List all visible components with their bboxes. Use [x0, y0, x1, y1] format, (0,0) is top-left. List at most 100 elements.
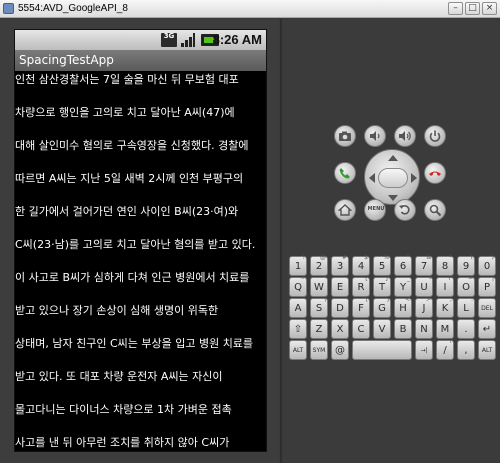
key-l[interactable]: L:: [457, 296, 475, 318]
key-7[interactable]: 7 &: [415, 254, 433, 276]
key-0[interactable]: 0): [478, 254, 496, 276]
window-controls: – □ ×: [448, 2, 497, 15]
dpad-left-icon[interactable]: [369, 173, 375, 183]
key-2[interactable]: 2 @: [310, 254, 328, 276]
key-at[interactable]: @: [331, 340, 349, 360]
key-8[interactable]: 8 *: [436, 254, 454, 276]
article-line: 따르면 A씨는 지난 5일 새벽 2시께 인천 부평구의: [15, 172, 244, 185]
key-h[interactable]: H <: [394, 296, 412, 318]
key-x[interactable]: X: [331, 319, 349, 339]
key-tab[interactable]: →|: [415, 340, 433, 360]
camera-icon: [339, 131, 351, 141]
volume-down-icon: [370, 131, 380, 141]
status-bar[interactable]: 3G 8:26 AM: [15, 30, 266, 50]
home-button[interactable]: [334, 199, 356, 221]
key-6[interactable]: 6 ^: [394, 254, 412, 276]
article-line: 인천 삼산경찰서는 7일 술을 마신 뒤 무보험 대포: [15, 73, 239, 86]
emulator-app-icon: [3, 3, 14, 14]
key-w[interactable]: W ": [310, 275, 328, 297]
menu-icon: MENU: [367, 206, 385, 212]
camera-button[interactable]: [334, 125, 356, 147]
key-9[interactable]: 9(: [457, 254, 475, 276]
key-1[interactable]: 1!: [289, 254, 307, 276]
key-q[interactable]: Q ~: [289, 275, 307, 297]
call-icon: [339, 168, 350, 179]
window-title-bar[interactable]: 5554:AVD_GoogleAPI_8 – □ ×: [0, 0, 500, 18]
volume-up-button[interactable]: [394, 125, 416, 147]
maximize-button[interactable]: □: [465, 2, 480, 15]
minimize-button[interactable]: –: [448, 2, 463, 15]
key-4[interactable]: 4 $: [352, 254, 370, 276]
article-line: 받고 있다. 또 대포 차량 운전자 A씨는 자신이: [15, 370, 223, 383]
key-5[interactable]: 5%: [373, 254, 391, 276]
key-d[interactable]: D ': [331, 296, 349, 318]
keyboard-row-bottom: ALT SYM @ →| /? , ALT: [289, 338, 496, 360]
key-r[interactable]: R{: [352, 275, 370, 297]
article-line: 대해 살인미수 혐의로 구속영장을 신청했다. 경찰에: [15, 139, 249, 152]
article-line: C씨(23·남)를 고의로 치고 달아난 혐의를 받고 있다.: [15, 238, 256, 251]
d-pad[interactable]: [364, 149, 420, 205]
menu-button[interactable]: MENU: [364, 199, 386, 221]
key-comma[interactable]: ,: [457, 340, 475, 360]
key-slash[interactable]: /?: [436, 338, 454, 360]
search-icon: [429, 204, 442, 217]
search-button[interactable]: [424, 199, 446, 221]
keyboard-row-asdf: A S \ D ' F[ G] H < J > K; L: DEL: [289, 296, 496, 318]
dpad-right-icon[interactable]: [411, 173, 417, 183]
key-g[interactable]: G]: [373, 296, 391, 318]
window-title: 5554:AVD_GoogleAPI_8: [18, 3, 128, 14]
key-k[interactable]: K;: [436, 296, 454, 318]
device-screen[interactable]: 3G 8:26 AM SpacingTestApp 인천 삼산경찰서는 7일 술…: [14, 29, 267, 452]
key-t[interactable]: T}: [373, 275, 391, 297]
back-icon: [399, 205, 410, 215]
key-z[interactable]: Z: [310, 319, 328, 339]
end-call-icon: [429, 171, 441, 176]
app-title-bar: SpacingTestApp: [15, 50, 266, 71]
power-button[interactable]: [424, 125, 446, 147]
article-line: 사고를 낸 뒤 아무런 조치를 취하지 않아 C씨가: [15, 436, 230, 449]
key-p[interactable]: P |: [478, 275, 496, 297]
dpad-center-button[interactable]: [378, 168, 408, 188]
key-alt-left[interactable]: ALT: [289, 340, 307, 360]
key-b[interactable]: B: [394, 319, 412, 339]
article-text-area[interactable]: 인천 삼산경찰서는 7일 술을 마신 뒤 무보험 대포 차량으로 행인을 고의로…: [15, 71, 266, 451]
key-i[interactable]: I +: [436, 275, 454, 297]
key-3[interactable]: 3 #: [331, 254, 349, 276]
key-m[interactable]: M: [436, 319, 454, 339]
key-c[interactable]: C: [352, 319, 370, 339]
key-s[interactable]: S \: [310, 296, 328, 318]
end-call-button[interactable]: [424, 162, 446, 184]
key-alt-right[interactable]: ALT: [478, 340, 496, 360]
key-n[interactable]: N: [415, 319, 433, 339]
key-e[interactable]: E `: [331, 275, 349, 297]
key-sym[interactable]: SYM: [310, 340, 328, 360]
network-type-label: 3G: [163, 32, 175, 40]
keyboard-row-qwerty: Q ~ W " E ` R{ T} Y _ U- I + O = P |: [289, 275, 496, 297]
key-shift[interactable]: ⇧: [289, 319, 307, 339]
back-button[interactable]: [394, 199, 416, 221]
article-line: 몰고다니는 다이너스 차량으로 1차 가벼운 접촉: [15, 403, 232, 416]
app-title: SpacingTestApp: [19, 53, 114, 67]
key-space[interactable]: [352, 340, 412, 360]
dpad-down-icon[interactable]: [388, 195, 398, 201]
dpad-up-icon[interactable]: [388, 155, 398, 161]
key-del[interactable]: DEL: [478, 298, 496, 318]
key-a[interactable]: A: [289, 298, 307, 318]
key-y[interactable]: Y _: [394, 275, 412, 297]
volume-down-button[interactable]: [364, 125, 386, 147]
panel-divider: [280, 19, 282, 463]
key-u[interactable]: U-: [415, 275, 433, 297]
status-time: 8:26 AM: [212, 32, 262, 47]
key-enter[interactable]: ↵: [478, 319, 496, 339]
power-icon: [429, 130, 441, 142]
close-button[interactable]: ×: [482, 2, 497, 15]
keyboard-row-zxcv: ⇧ Z X C V B N M . ↵: [289, 319, 496, 339]
key-o[interactable]: O =: [457, 275, 475, 297]
key-period[interactable]: .: [457, 319, 475, 339]
home-icon: [338, 204, 352, 216]
article-line: 한 길가에서 걸어가던 연인 사이인 B씨(23·여)와: [15, 205, 239, 218]
key-j[interactable]: J >: [415, 296, 433, 318]
key-f[interactable]: F[: [352, 296, 370, 318]
key-v[interactable]: V: [373, 319, 391, 339]
call-button[interactable]: [334, 162, 356, 184]
